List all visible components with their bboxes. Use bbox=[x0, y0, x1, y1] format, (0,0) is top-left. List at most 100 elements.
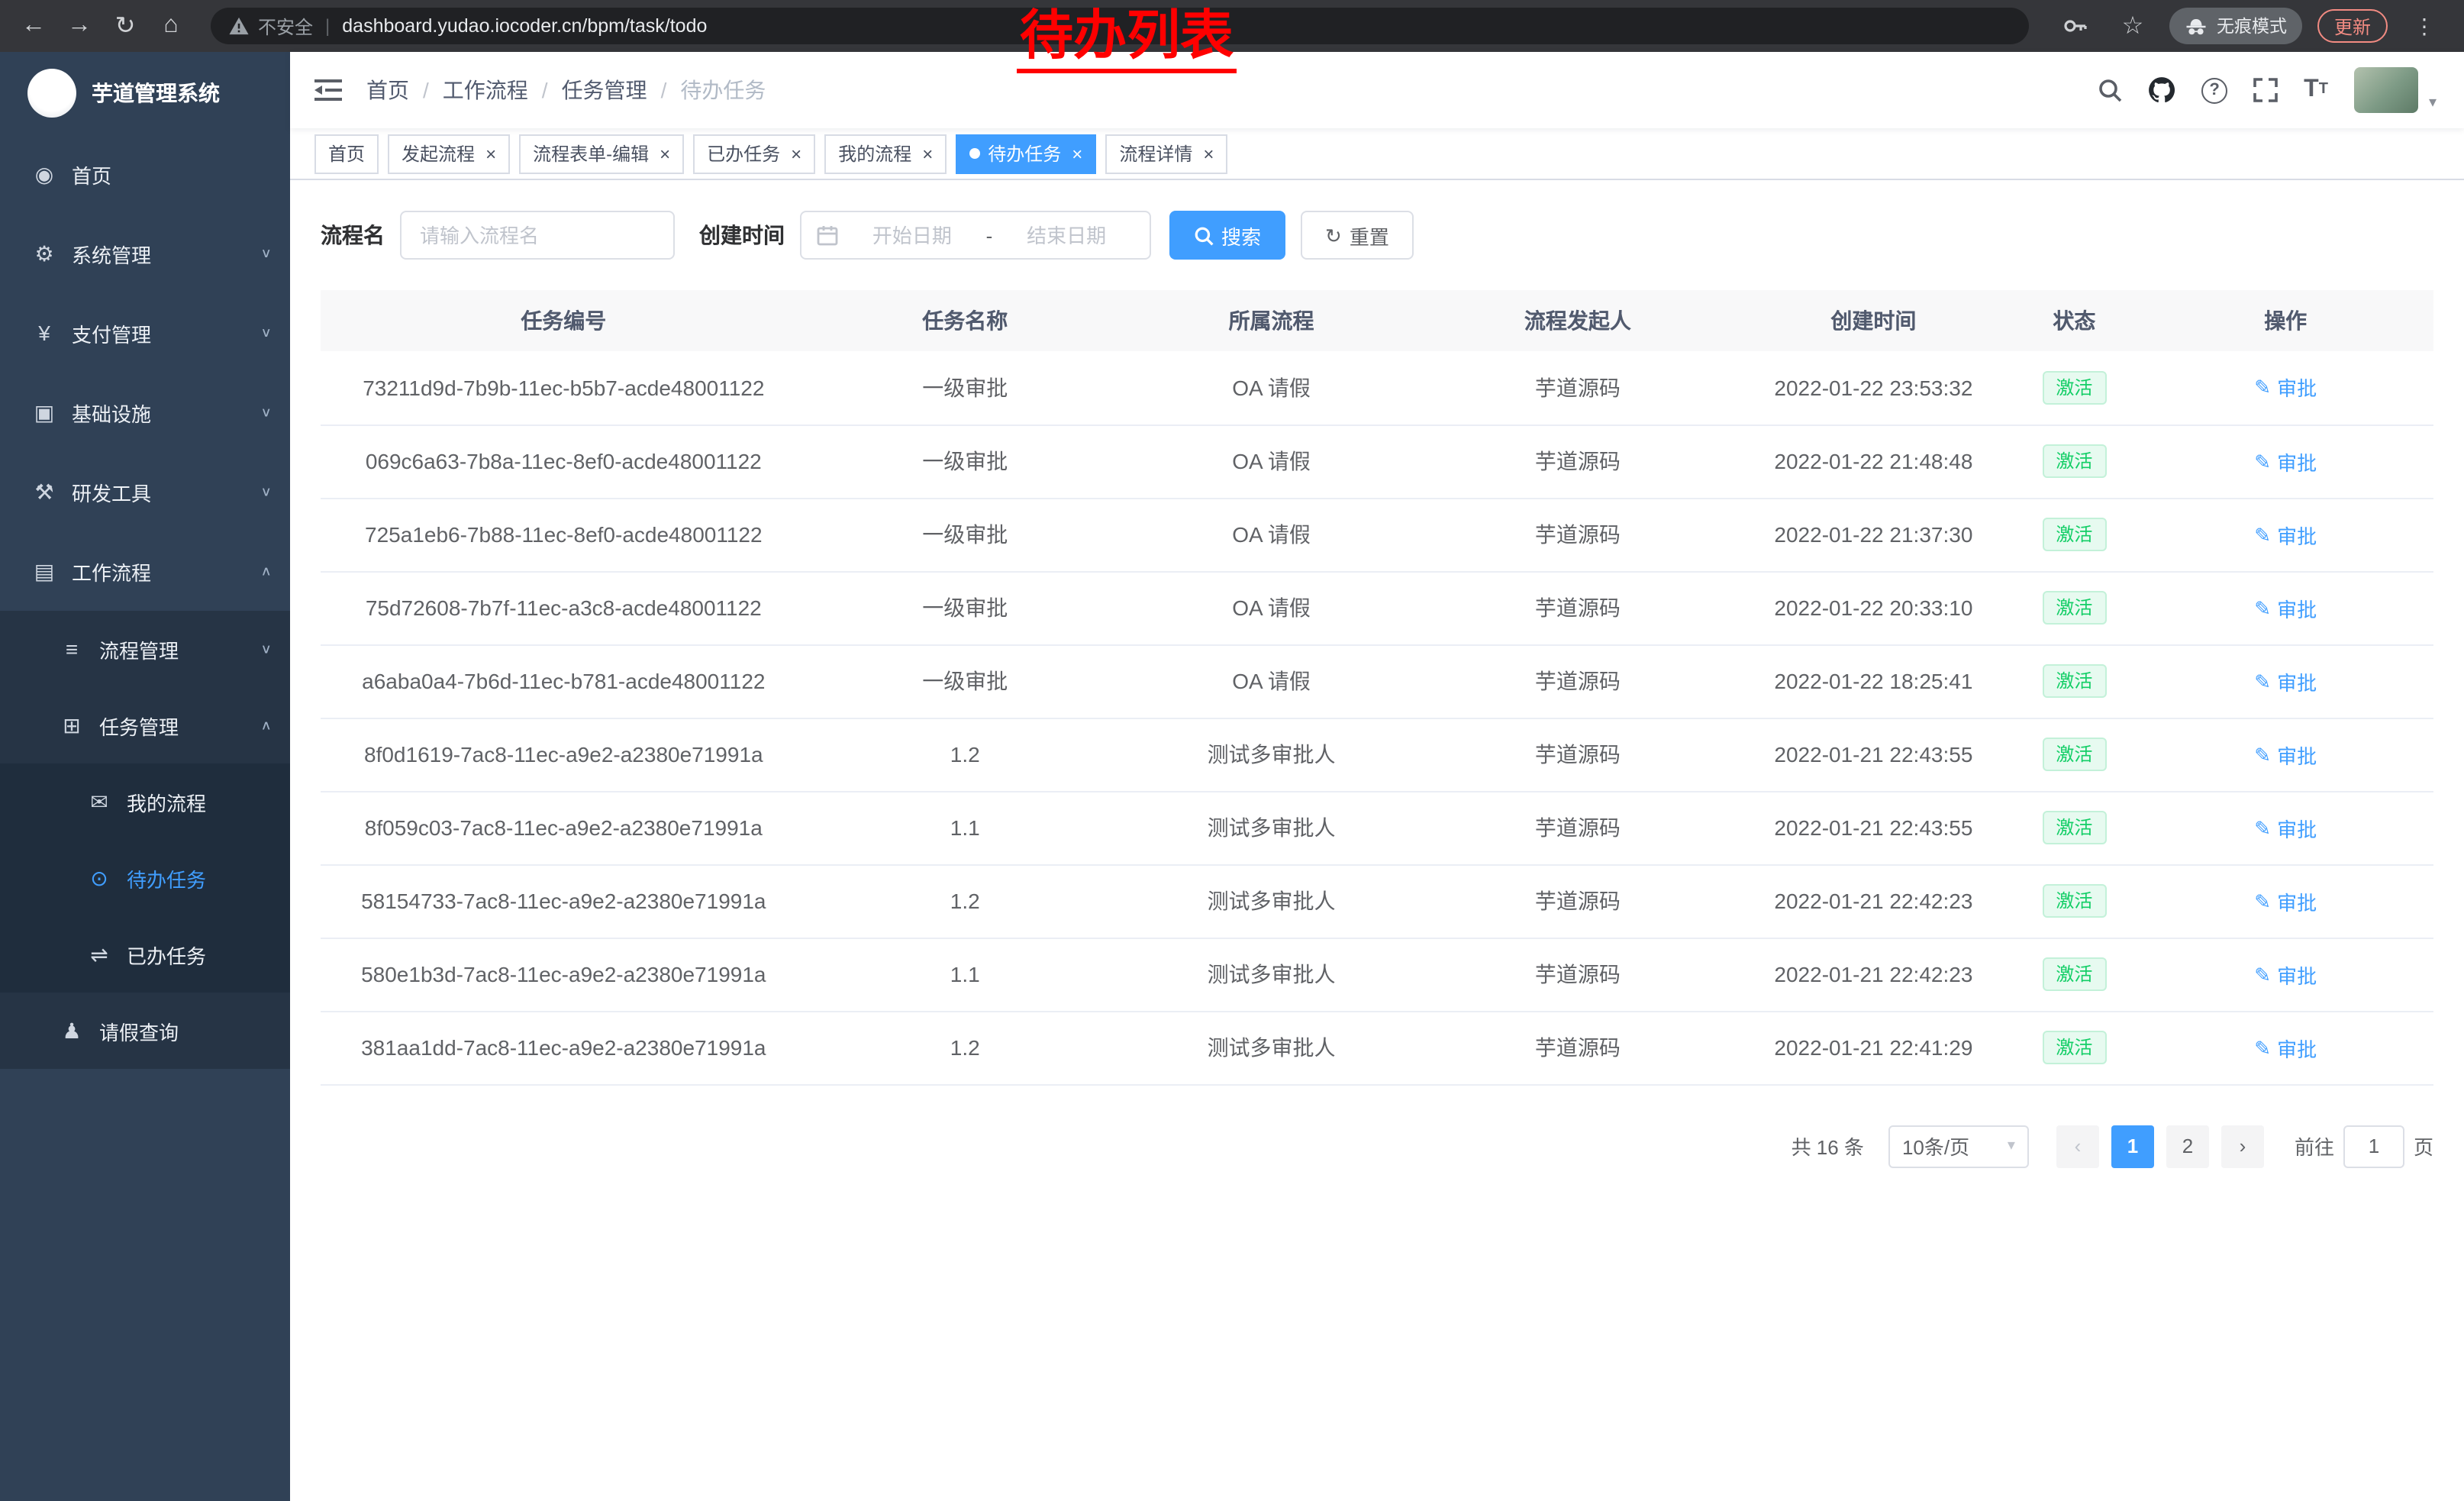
cell-created: 2022-01-22 23:53:32 bbox=[1737, 351, 2011, 424]
font-size-icon[interactable]: TT bbox=[2304, 78, 2328, 102]
approve-link[interactable]: ✎ 审批 bbox=[2254, 960, 2317, 989]
sidebar-item-task-mgmt[interactable]: ⊞ 任务管理 ∧ bbox=[0, 687, 290, 763]
user-avatar[interactable] bbox=[2354, 67, 2418, 113]
prev-page-button[interactable]: ‹ bbox=[2056, 1125, 2099, 1167]
tab-todo-tasks[interactable]: 待办任务 × bbox=[956, 134, 1096, 173]
bookmark-star-icon[interactable]: ☆ bbox=[2111, 5, 2154, 47]
sidebar-item-label: 待办任务 bbox=[127, 863, 206, 893]
browser-forward-button[interactable]: → bbox=[58, 5, 101, 47]
table-row: 58154733-7ac8-11ec-a9e2-a2380e71991a 1.2… bbox=[321, 864, 2433, 938]
sidebar-item-system-mgmt[interactable]: ⚙ 系统管理 ∨ bbox=[0, 214, 290, 293]
incognito-badge[interactable]: 无痕模式 bbox=[2169, 8, 2302, 44]
cell-status: 激活 bbox=[2011, 791, 2137, 864]
approve-link[interactable]: ✎ 审批 bbox=[2254, 740, 2317, 769]
breadcrumb-separator: / bbox=[661, 78, 667, 102]
page-button-1[interactable]: 1 bbox=[2111, 1125, 2154, 1167]
approve-link[interactable]: ✎ 审批 bbox=[2254, 447, 2317, 476]
chevron-up-icon: ∧ bbox=[260, 718, 272, 733]
approve-link[interactable]: ✎ 审批 bbox=[2254, 593, 2317, 622]
cell-task-id: 8f059c03-7ac8-11ec-a9e2-a2380e71991a bbox=[321, 791, 807, 864]
close-icon[interactable]: × bbox=[660, 144, 670, 163]
date-range-picker[interactable]: - bbox=[800, 211, 1151, 260]
breadcrumb-task-mgmt[interactable]: 任务管理 bbox=[562, 75, 647, 105]
tab-home[interactable]: 首页 bbox=[314, 134, 379, 173]
cell-process: OA 请假 bbox=[1124, 498, 1420, 571]
breadcrumb-separator: / bbox=[542, 78, 548, 102]
sidebar-item-workflow[interactable]: ▤ 工作流程 ∧ bbox=[0, 531, 290, 611]
end-date-input[interactable] bbox=[998, 224, 1134, 247]
sidebar-item-process-mgmt[interactable]: ≡ 流程管理 ∨ bbox=[0, 611, 290, 687]
browser-back-button[interactable]: ← bbox=[12, 5, 55, 47]
process-name-input[interactable] bbox=[400, 211, 675, 260]
sidebar-item-my-process[interactable]: ✉ 我的流程 bbox=[0, 763, 290, 840]
sidebar-item-todo-tasks[interactable]: ⊙ 待办任务 bbox=[0, 840, 290, 916]
col-process: 所属流程 bbox=[1124, 290, 1420, 351]
approve-link[interactable]: ✎ 审批 bbox=[2254, 373, 2317, 402]
fullscreen-icon[interactable] bbox=[2253, 78, 2278, 102]
key-icon[interactable] bbox=[2053, 5, 2096, 47]
approve-link[interactable]: ✎ 审批 bbox=[2254, 520, 2317, 549]
breadcrumb-home[interactable]: 首页 bbox=[366, 75, 409, 105]
browser-home-button[interactable]: ⌂ bbox=[150, 5, 192, 47]
todo-task-table: 任务编号 任务名称 所属流程 流程发起人 创建时间 状态 操作 73211 bbox=[321, 290, 2433, 1085]
next-page-button[interactable]: › bbox=[2221, 1125, 2264, 1167]
sidebar-item-dev-tools[interactable]: ⚒ 研发工具 ∨ bbox=[0, 452, 290, 531]
chevron-down-icon: ∨ bbox=[260, 405, 272, 420]
update-button[interactable]: 更新 bbox=[2317, 9, 2388, 43]
share-icon: ⇌ bbox=[85, 941, 113, 967]
address-bar[interactable]: 不安全 | dashboard.yudao.iocoder.cn/bpm/tas… bbox=[211, 8, 2029, 44]
page-button-2[interactable]: 2 bbox=[2166, 1125, 2209, 1167]
approve-link[interactable]: ✎ 审批 bbox=[2254, 886, 2317, 915]
tab-process-detail[interactable]: 流程详情 × bbox=[1105, 134, 1227, 173]
start-date-input[interactable] bbox=[844, 224, 980, 247]
hamburger-collapse-icon bbox=[314, 78, 342, 102]
cell-status: 激活 bbox=[2011, 1011, 2137, 1084]
cell-task-name: 一级审批 bbox=[807, 644, 1124, 718]
sidebar-collapse-button[interactable] bbox=[314, 78, 342, 102]
cell-task-name: 一级审批 bbox=[807, 424, 1124, 498]
cell-starter: 芋道源码 bbox=[1419, 791, 1736, 864]
cell-task-id: 8f0d1619-7ac8-11ec-a9e2-a2380e71991a bbox=[321, 718, 807, 791]
cell-task-name: 1.2 bbox=[807, 864, 1124, 938]
security-chip[interactable]: 不安全 bbox=[229, 13, 313, 39]
sidebar-item-done-tasks[interactable]: ⇌ 已办任务 bbox=[0, 916, 290, 993]
goto-page-input[interactable] bbox=[2343, 1125, 2404, 1167]
status-badge: 激活 bbox=[2042, 370, 2106, 405]
cell-action: ✎ 审批 bbox=[2137, 1011, 2433, 1084]
goto-unit-label: 页 bbox=[2414, 1131, 2433, 1160]
search-button[interactable]: 搜索 bbox=[1169, 211, 1285, 260]
search-icon[interactable] bbox=[2098, 78, 2122, 102]
cell-status: 激活 bbox=[2011, 718, 2137, 791]
approve-link-label: 审批 bbox=[2277, 373, 2317, 402]
close-icon[interactable]: × bbox=[485, 144, 496, 163]
cell-action: ✎ 审批 bbox=[2137, 351, 2433, 424]
close-icon[interactable]: × bbox=[791, 144, 801, 163]
breadcrumb-workflow[interactable]: 工作流程 bbox=[443, 75, 528, 105]
help-icon[interactable]: ? bbox=[2201, 77, 2227, 103]
table-row: 73211d9d-7b9b-11ec-b5b7-acde48001122 一级审… bbox=[321, 351, 2433, 424]
approve-link[interactable]: ✎ 审批 bbox=[2254, 813, 2317, 842]
close-icon[interactable]: × bbox=[1203, 144, 1214, 163]
tab-process-form-edit[interactable]: 流程表单-编辑 × bbox=[519, 134, 684, 173]
sidebar-item-infrastructure[interactable]: ▣ 基础设施 ∨ bbox=[0, 373, 290, 452]
status-badge: 激活 bbox=[2042, 518, 2106, 552]
approve-link[interactable]: ✎ 审批 bbox=[2254, 667, 2317, 696]
reset-button[interactable]: ↻ 重置 bbox=[1301, 211, 1414, 260]
sidebar-item-payment-mgmt[interactable]: ¥ 支付管理 ∨ bbox=[0, 293, 290, 373]
sidebar-item-leave-query[interactable]: ♟ 请假查询 bbox=[0, 993, 290, 1069]
page-size-select[interactable]: 10条/页 ▾ bbox=[1888, 1125, 2029, 1167]
close-icon[interactable]: × bbox=[1072, 144, 1082, 163]
tab-done-tasks[interactable]: 已办任务 × bbox=[693, 134, 815, 173]
tab-start-process[interactable]: 发起流程 × bbox=[388, 134, 510, 173]
col-created: 创建时间 bbox=[1737, 290, 2011, 351]
approve-link[interactable]: ✎ 审批 bbox=[2254, 1033, 2317, 1062]
close-icon[interactable]: × bbox=[922, 144, 933, 163]
sidebar-item-home[interactable]: ◉ 首页 bbox=[0, 134, 290, 214]
edit-icon: ✎ bbox=[2254, 378, 2271, 398]
app-logo[interactable]: 芋道管理系统 bbox=[0, 52, 290, 134]
pagination-total: 共 16 条 bbox=[1792, 1131, 1864, 1160]
tab-my-process[interactable]: 我的流程 × bbox=[824, 134, 947, 173]
github-icon[interactable] bbox=[2148, 76, 2175, 104]
menu-kebab-icon[interactable]: ⋮ bbox=[2403, 5, 2446, 47]
browser-reload-button[interactable]: ↻ bbox=[104, 5, 147, 47]
